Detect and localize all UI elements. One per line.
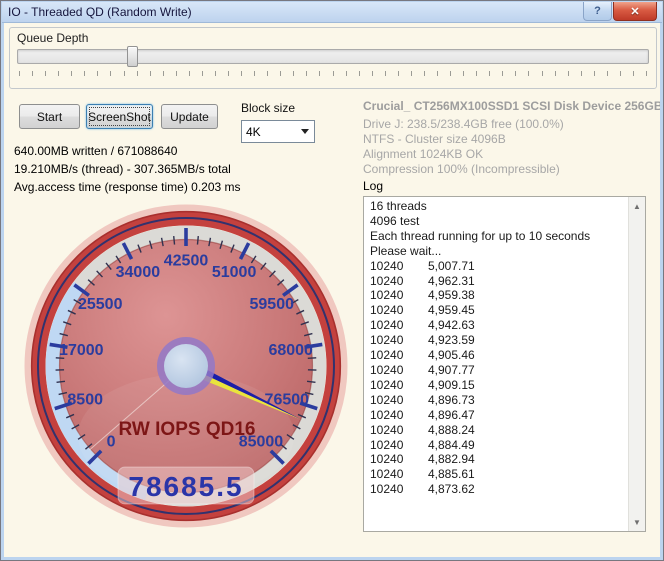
svg-text:42500: 42500 [164,253,209,270]
stats-block: 640.00MB written / 671088640 19.210MB/s … [14,142,241,196]
log-line: 16 threads [370,199,627,214]
svg-text:17000: 17000 [59,342,104,359]
client-area: Queue Depth Start ScreenShot Update Bloc… [4,23,660,556]
title-bar[interactable]: IO - Threaded QD (Random Write) ? ✕ [2,2,662,23]
throughput-stat: 19.210MB/s (thread) - 307.365MB/s total [14,160,241,178]
log-entry: 102404,923.59 [370,333,627,348]
log-scrollbar[interactable]: ▲ ▼ [628,197,645,531]
log-entry: 102404,962.31 [370,274,627,289]
caption-buttons: ? ✕ [583,2,657,21]
svg-text:51000: 51000 [212,264,257,281]
svg-text:25500: 25500 [78,296,123,313]
log-entry: 102404,942.63 [370,318,627,333]
block-size-select[interactable]: 4K [241,120,315,143]
help-button[interactable]: ? [583,2,612,21]
close-button[interactable]: ✕ [613,2,657,21]
log-entry: 102404,896.73 [370,393,627,408]
help-icon: ? [594,5,601,17]
svg-text:34000: 34000 [116,264,161,281]
gauge-svg: 0 8500 17000 25500 340004250051000 59500 68000… [21,201,351,531]
block-size-label: Block size [241,101,295,115]
queue-depth-slider[interactable] [17,49,649,64]
block-size-value: 4K [246,125,261,139]
update-button[interactable]: Update [161,104,218,129]
drive-compression: Compression 100% (Incompressible) [363,162,660,177]
log-entry: 102404,896.47 [370,408,627,423]
log-rows: 16 threads4096 testEach thread running f… [364,198,627,530]
log-entry: 102404,873.62 [370,482,627,497]
log-entry: 102404,909.15 [370,378,627,393]
iops-gauge: 0 8500 17000 25500 340004250051000 59500 68000… [21,201,351,531]
svg-text:0: 0 [107,433,116,450]
drive-free-space: Drive J: 238.5/238.4GB free (100.0%) [363,117,660,132]
close-icon: ✕ [630,5,639,18]
scroll-up-icon[interactable]: ▲ [629,198,645,214]
window-title: IO - Threaded QD (Random Write) [8,5,192,19]
screenshot-button[interactable]: ScreenShot [86,104,153,129]
log-entry: 102404,959.38 [370,288,627,303]
svg-text:RW IOPS QD16: RW IOPS QD16 [119,419,256,440]
chevron-down-icon [301,129,309,134]
queue-depth-groupbox: Queue Depth [9,27,657,89]
svg-text:78685.5: 78685.5 [128,471,243,502]
log-entry: 102404,959.45 [370,303,627,318]
drive-model: Crucial_ CT256MX100SSD1 SCSI Disk Device… [363,99,660,113]
svg-text:59500: 59500 [250,296,295,313]
log-entry: 102404,905.46 [370,348,627,363]
log-entry: 102405,007.71 [370,259,627,274]
svg-text:68000: 68000 [268,342,313,359]
written-stat: 640.00MB written / 671088640 [14,142,241,160]
drive-filesystem: NTFS - Cluster size 4096B [363,132,660,147]
log-line: 4096 test [370,214,627,229]
log-panel[interactable]: 16 threads4096 testEach thread running f… [363,196,646,532]
start-button[interactable]: Start [19,104,80,129]
log-entry: 102404,888.24 [370,423,627,438]
drive-alignment: Alignment 1024KB OK [363,147,660,162]
queue-depth-label: Queue Depth [17,31,88,45]
log-label: Log [363,179,383,193]
log-entry: 102404,882.94 [370,452,627,467]
slider-thumb[interactable] [127,46,138,67]
log-entry: 102404,885.61 [370,467,627,482]
svg-text:8500: 8500 [67,391,103,408]
scroll-down-icon[interactable]: ▼ [629,514,645,530]
app-window: IO - Threaded QD (Random Write) ? ✕ Queu… [0,0,664,561]
slider-tick-marks [19,71,647,77]
drive-info: Crucial_ CT256MX100SSD1 SCSI Disk Device… [363,99,660,177]
access-time-stat: Avg.access time (response time) 0.203 ms [14,178,241,196]
log-entry: 102404,884.49 [370,438,627,453]
log-entry: 102404,907.77 [370,363,627,378]
log-line: Please wait... [370,244,627,259]
log-line: Each thread running for up to 10 seconds [370,229,627,244]
